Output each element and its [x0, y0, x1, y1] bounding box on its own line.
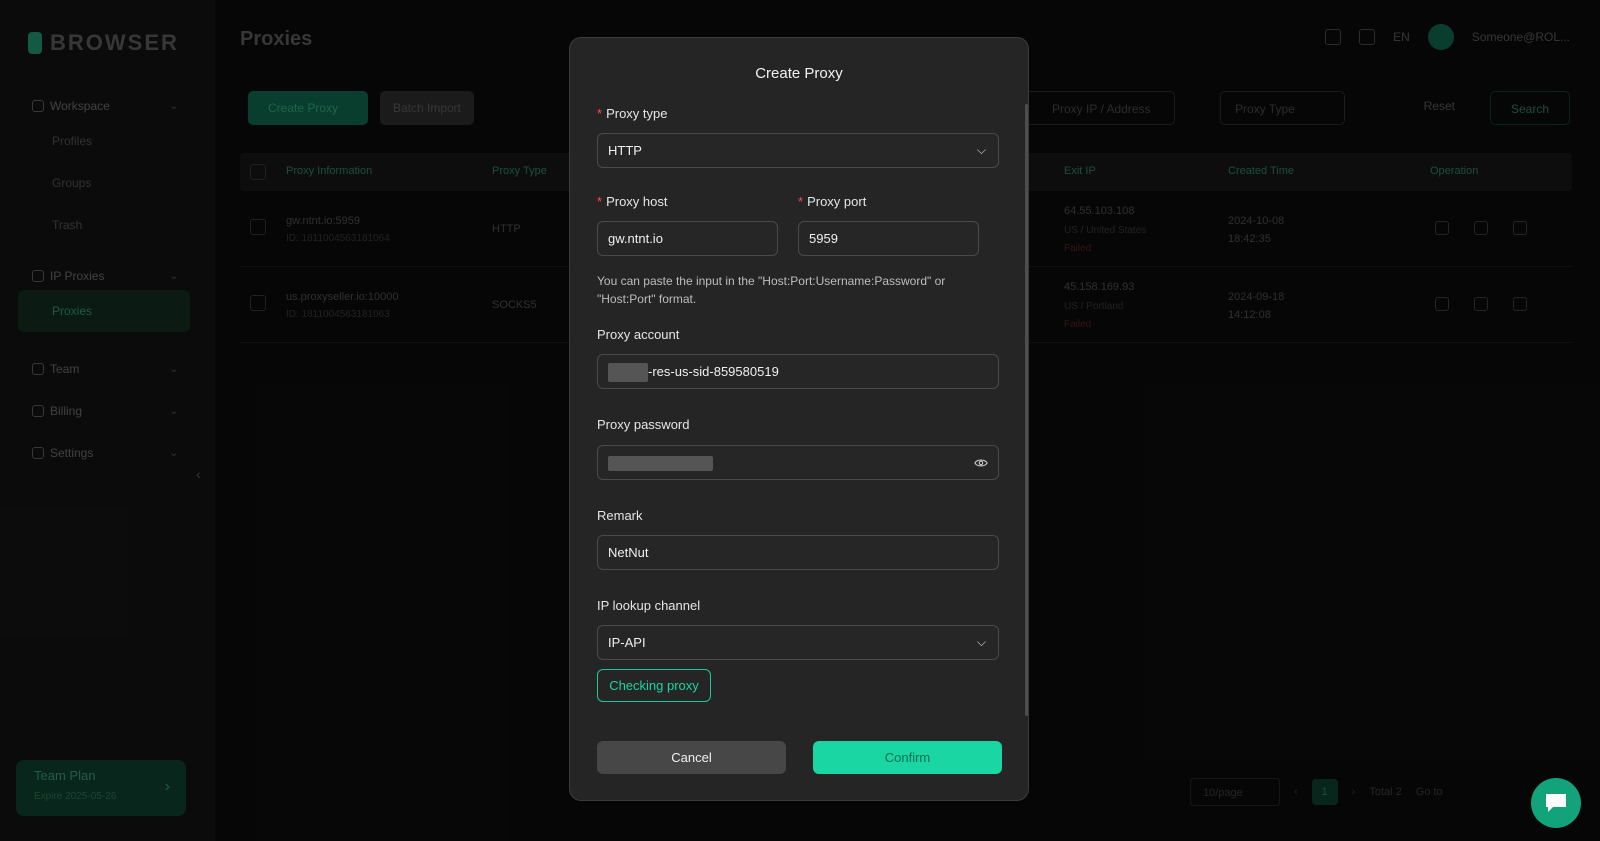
chat-button[interactable] — [1531, 778, 1581, 828]
proxy-port-input[interactable]: 5959 — [798, 221, 979, 256]
remark-label: Remark — [597, 508, 643, 523]
proxy-type-label: * Proxy type — [597, 106, 668, 121]
remark-input[interactable]: NetNut — [597, 535, 999, 570]
proxy-type-value: HTTP — [608, 143, 642, 158]
chevron-down-icon: ⌵ — [976, 635, 986, 649]
proxy-password-label: Proxy password — [597, 417, 690, 432]
required-mark: * — [597, 194, 603, 209]
proxy-password-input[interactable] — [597, 445, 999, 480]
ip-lookup-label: IP lookup channel — [597, 598, 701, 613]
create-proxy-dialog: Create Proxy * Proxy type HTTP ⌵ * Proxy h… — [569, 37, 1029, 801]
redacted-password — [608, 456, 713, 472]
ip-lookup-select[interactable]: IP-API ⌵ — [597, 625, 999, 660]
dialog-title: Create Proxy — [755, 65, 843, 82]
required-mark: * — [597, 106, 603, 121]
ip-lookup-value: IP-API — [608, 635, 646, 650]
confirm-button[interactable]: Confirm — [813, 741, 1002, 774]
chevron-down-icon: ⌵ — [976, 143, 986, 157]
proxy-host-input[interactable]: gw.ntnt.io — [597, 221, 778, 256]
check-proxy-button[interactable]: Checking proxy — [597, 669, 711, 702]
chat-icon — [1546, 794, 1566, 812]
proxy-port-label: * Proxy port — [798, 194, 867, 209]
proxy-account-label: Proxy account — [597, 327, 680, 342]
proxy-account-value: -res-us-sid-859580519 — [648, 364, 779, 379]
cancel-button[interactable]: Cancel — [597, 741, 786, 774]
required-mark: * — [798, 194, 804, 209]
proxy-type-select[interactable]: HTTP ⌵ — [597, 133, 999, 168]
proxy-host-label: * Proxy host — [597, 194, 668, 209]
eye-icon[interactable] — [974, 456, 988, 470]
proxy-account-input[interactable]: -res-us-sid-859580519 — [597, 354, 999, 389]
redacted-text — [608, 363, 648, 383]
paste-format-hint: You can paste the input in the "Host:Por… — [597, 274, 946, 306]
dialog-scrollbar[interactable] — [1025, 104, 1028, 716]
